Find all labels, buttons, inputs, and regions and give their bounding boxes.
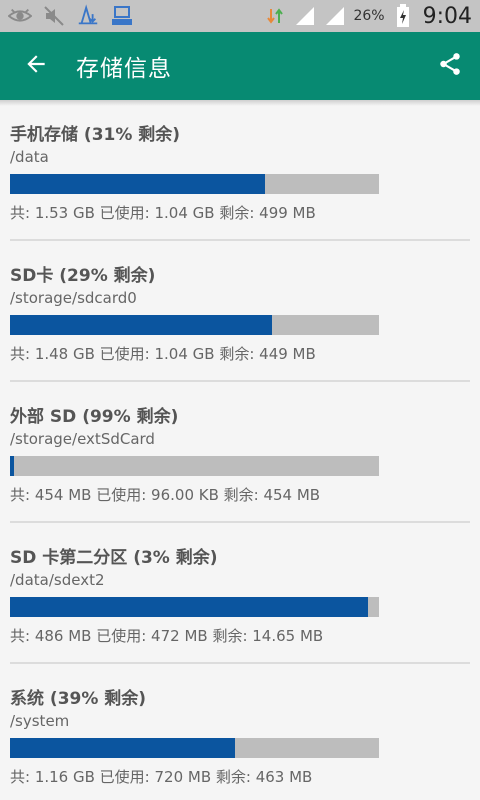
usage-bar <box>10 174 379 194</box>
battery-percent: 26% <box>353 8 385 24</box>
signal-icon <box>293 4 317 28</box>
download-icon <box>76 4 100 28</box>
storage-title: SD卡 (29% 剩余) <box>10 266 156 286</box>
storage-path: /system <box>10 712 70 730</box>
usage-bar-fill <box>10 456 14 476</box>
arrow-left-icon <box>23 51 49 81</box>
status-bar-notifications <box>8 4 134 28</box>
usage-bar-fill <box>10 738 236 758</box>
usage-bar <box>10 315 379 335</box>
storage-detail: 共: 486 MB 已使用: 472 MB 剩余: 14.65 MB <box>10 627 324 645</box>
storage-item[interactable]: 外部 SD (99% 剩余) /storage/extSdCard 共: 454… <box>0 382 480 523</box>
usage-bar <box>10 597 379 617</box>
storage-path: /storage/sdcard0 <box>10 289 137 307</box>
storage-path: /storage/extSdCard <box>10 430 155 448</box>
share-button[interactable] <box>420 32 480 100</box>
storage-title: 系统 (39% 剩余) <box>10 689 147 709</box>
storage-title: SD 卡第二分区 (3% 剩余) <box>10 548 218 568</box>
storage-detail: 共: 1.48 GB 已使用: 1.04 GB 剩余: 449 MB <box>10 345 316 363</box>
usage-bar-fill <box>10 597 368 617</box>
eye-icon <box>8 4 32 28</box>
status-bar-system: 26% 9:04 <box>263 4 472 29</box>
storage-detail: 共: 454 MB 已使用: 96.00 KB 剩余: 454 MB <box>10 486 321 504</box>
storage-item[interactable]: 手机存储 (31% 剩余) /data 共: 1.53 GB 已使用: 1.04… <box>0 100 480 241</box>
page-title: 存储信息 <box>76 56 172 82</box>
storage-item[interactable]: 系统 (39% 剩余) /system 共: 1.16 GB 已使用: 720 … <box>0 664 480 800</box>
status-bar: 26% 9:04 <box>0 0 480 32</box>
screen: 26% 9:04 存储信息 手机存储 (31% 剩余) /data 共: 1.5… <box>0 0 480 800</box>
storage-detail: 共: 1.53 GB 已使用: 1.04 GB 剩余: 499 MB <box>10 204 316 222</box>
usage-bar <box>10 738 379 758</box>
usage-bar <box>10 456 379 476</box>
clock: 9:04 <box>422 3 472 29</box>
storage-path: /data <box>10 148 49 166</box>
muted-speaker-icon <box>42 4 66 28</box>
storage-title: 外部 SD (99% 剩余) <box>10 407 179 427</box>
usage-bar-fill <box>10 315 272 335</box>
storage-list: 手机存储 (31% 剩余) /data 共: 1.53 GB 已使用: 1.04… <box>0 100 480 800</box>
storage-item[interactable]: SD 卡第二分区 (3% 剩余) /data/sdext2 共: 486 MB … <box>0 523 480 664</box>
battery-charging-icon <box>391 4 415 28</box>
app-bar: 存储信息 <box>0 32 480 100</box>
storage-path: /data/sdext2 <box>10 571 105 589</box>
usage-bar-fill <box>10 174 265 194</box>
usb-computer-icon <box>110 4 134 28</box>
storage-detail: 共: 1.16 GB 已使用: 720 MB 剩余: 463 MB <box>10 768 313 786</box>
share-icon <box>437 51 463 81</box>
storage-item[interactable]: SD卡 (29% 剩余) /storage/sdcard0 共: 1.48 GB… <box>0 241 480 382</box>
signal-icon-2 <box>323 4 347 28</box>
back-button[interactable] <box>0 32 72 100</box>
storage-title: 手机存储 (31% 剩余) <box>10 125 181 145</box>
data-transfer-icon <box>263 4 287 28</box>
